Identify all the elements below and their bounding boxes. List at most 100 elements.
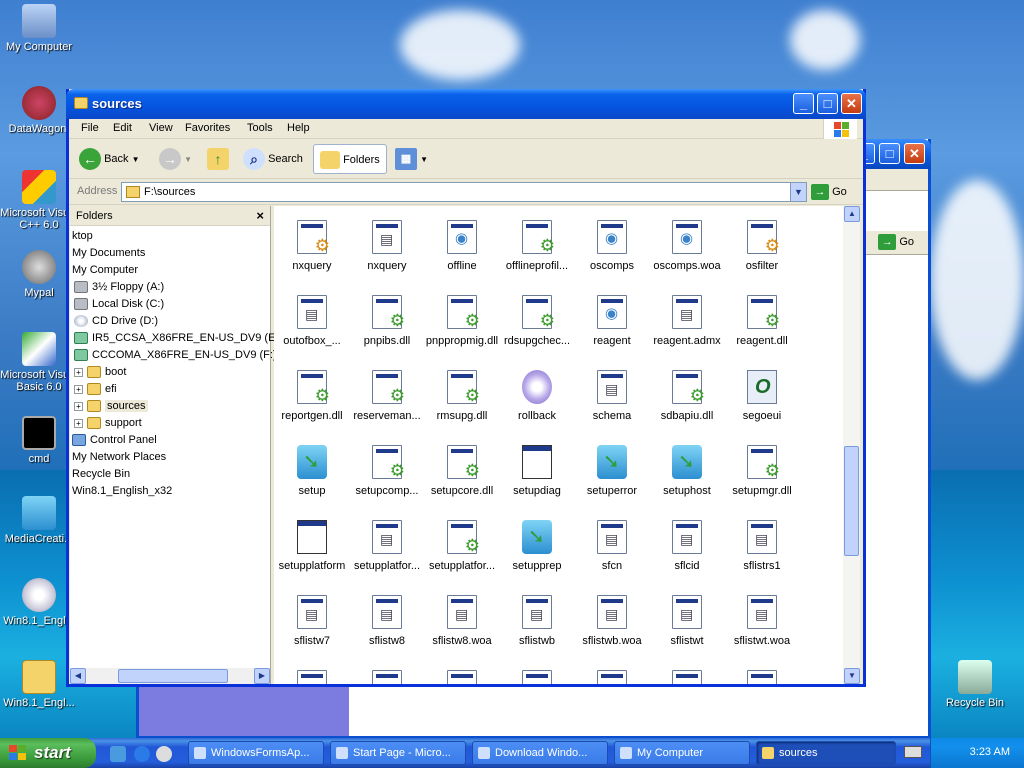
task-my-computer[interactable]: My Computer — [614, 741, 750, 765]
file-item[interactable]: setuperror — [574, 445, 650, 497]
menu-favorites[interactable]: Favorites — [185, 122, 230, 134]
go-button[interactable]: → Go — [811, 183, 847, 201]
back-button[interactable]: ← Back ▼ — [79, 144, 140, 174]
close-button[interactable]: ✕ — [841, 93, 862, 114]
folders-horizontal-scrollbar[interactable]: ◀ ▶ — [70, 668, 270, 684]
quick-launch-media-icon[interactable] — [156, 746, 172, 762]
chevron-down-icon[interactable]: ▼ — [184, 155, 192, 164]
file-item[interactable]: setupdiag — [499, 445, 575, 497]
keyboard-layout-icon[interactable] — [904, 746, 922, 758]
file-item[interactable]: sflistrs1 — [724, 520, 800, 572]
folders-button[interactable]: Folders — [313, 144, 387, 174]
desktop-icon-recycle-bin[interactable]: Recycle Bin — [936, 660, 1014, 709]
tree-item-support[interactable]: + support — [74, 415, 142, 432]
expand-icon[interactable]: + — [74, 401, 83, 411]
scrollbar-thumb[interactable] — [118, 669, 228, 683]
desktop-icon-my-computer[interactable]: My Computer — [0, 4, 78, 53]
tree-item-control-panel[interactable]: Control Panel — [72, 432, 157, 449]
minimize-button[interactable]: _ — [793, 93, 814, 114]
file-item[interactable]: oscomps.woa — [649, 220, 725, 272]
file-item[interactable] — [499, 670, 575, 684]
tree-item-desktop[interactable]: ktop — [72, 228, 93, 245]
file-item[interactable]: sflistwt — [649, 595, 725, 647]
tree-item-my-computer[interactable]: My Computer — [72, 262, 138, 279]
file-item[interactable]: setupplatfor... — [349, 520, 425, 572]
file-item[interactable]: sflistw8.woa — [424, 595, 500, 647]
file-item[interactable]: setupplatform — [274, 520, 350, 572]
file-item[interactable]: setupmgr.dll — [724, 445, 800, 497]
file-item[interactable]: sfcn — [574, 520, 650, 572]
menu-view[interactable]: View — [149, 122, 173, 134]
file-item[interactable]: rdsupgchec... — [499, 295, 575, 347]
file-item[interactable]: setupcore.dll — [424, 445, 500, 497]
explorer-titlebar[interactable]: sources _ □ ✕ — [66, 89, 866, 119]
file-item[interactable]: sflcid — [649, 520, 725, 572]
tree-item-drive-f[interactable]: CCCOMA_X86FRE_EN-US_DV9 (F:) — [74, 347, 277, 364]
clock[interactable]: 3:23 AM — [970, 746, 1010, 758]
scroll-up-button[interactable]: ▲ — [844, 206, 860, 222]
file-item[interactable]: setupprep — [499, 520, 575, 572]
file-item[interactable]: oscomps — [574, 220, 650, 272]
expand-icon[interactable]: + — [74, 418, 83, 428]
menu-edit[interactable]: Edit — [113, 122, 132, 134]
scrollbar-thumb[interactable] — [844, 446, 859, 556]
quick-launch-explorer-icon[interactable] — [110, 746, 126, 762]
start-button[interactable]: start — [0, 738, 96, 768]
file-item[interactable]: segoeui — [724, 370, 800, 422]
task-download-windows[interactable]: Download Windo... — [472, 741, 608, 765]
folders-pane-close-button[interactable]: × — [256, 208, 264, 223]
file-item[interactable]: reagent.admx — [649, 295, 725, 347]
task-sources[interactable]: sources — [756, 741, 896, 765]
file-item[interactable]: reserveman... — [349, 370, 425, 422]
tree-item-boot[interactable]: + boot — [74, 364, 126, 381]
file-item[interactable]: sflistwb — [499, 595, 575, 647]
expand-icon[interactable]: + — [74, 384, 83, 394]
tree-item-win81-english[interactable]: Win8.1_English_x32 — [72, 483, 172, 500]
file-item[interactable]: setup — [274, 445, 350, 497]
file-item[interactable] — [349, 670, 425, 684]
up-folder-button[interactable]: ↑ — [207, 144, 229, 174]
file-item[interactable]: nxquery — [349, 220, 425, 272]
file-item[interactable] — [724, 670, 800, 684]
address-dropdown-button[interactable]: ▼ — [790, 183, 806, 201]
maximize-button[interactable]: □ — [817, 93, 838, 114]
menu-help[interactable]: Help — [287, 122, 310, 134]
scroll-down-button[interactable]: ▼ — [844, 668, 860, 684]
views-button[interactable]: ▦ ▼ — [395, 144, 428, 174]
chevron-down-icon[interactable]: ▼ — [132, 155, 140, 164]
tree-item-cd-drive[interactable]: CD Drive (D:) — [74, 313, 158, 330]
bg-go-button[interactable]: → Go — [878, 234, 914, 250]
file-list-vertical-scrollbar[interactable]: ▲ ▼ — [843, 206, 860, 684]
task-windowsformsapp[interactable]: WindowsFormsAp... — [188, 741, 324, 765]
scroll-left-button[interactable]: ◀ — [70, 668, 86, 684]
file-item[interactable] — [574, 670, 650, 684]
file-item[interactable]: pnpibs.dll — [349, 295, 425, 347]
file-item[interactable]: reportgen.dll — [274, 370, 350, 422]
forward-button[interactable]: → ▼ — [159, 144, 192, 174]
tree-item-efi[interactable]: + efi — [74, 381, 117, 398]
file-item[interactable]: setuphost — [649, 445, 725, 497]
file-item[interactable]: setupplatfor... — [424, 520, 500, 572]
file-item[interactable] — [424, 670, 500, 684]
file-item[interactable]: sflistwb.woa — [574, 595, 650, 647]
file-item[interactable]: rollback — [499, 370, 575, 422]
expand-icon[interactable]: + — [74, 367, 83, 377]
close-button[interactable]: ✕ — [904, 143, 925, 164]
file-item[interactable]: schema — [574, 370, 650, 422]
menu-file[interactable]: File — [81, 122, 99, 134]
quick-launch-ie-icon[interactable] — [134, 746, 150, 762]
tree-item-sources[interactable]: + sources — [74, 398, 148, 415]
file-item[interactable]: offlineprofil... — [499, 220, 575, 272]
file-item[interactable]: nxquery — [274, 220, 350, 272]
file-item[interactable]: pnppropmig.dll — [424, 295, 500, 347]
file-item[interactable]: reagent — [574, 295, 650, 347]
search-button[interactable]: ⌕ Search — [243, 144, 303, 174]
file-item[interactable]: sflistw7 — [274, 595, 350, 647]
explorer-window-sources[interactable]: sources _ □ ✕ File Edit View Favorites T… — [66, 89, 866, 687]
task-start-page[interactable]: Start Page - Micro... — [330, 741, 466, 765]
file-item[interactable]: sflistw8 — [349, 595, 425, 647]
scroll-right-button[interactable]: ▶ — [254, 668, 270, 684]
address-input[interactable]: F:\sources ▼ — [121, 182, 807, 202]
menu-tools[interactable]: Tools — [247, 122, 273, 134]
tree-item-recycle-bin[interactable]: Recycle Bin — [72, 466, 130, 483]
